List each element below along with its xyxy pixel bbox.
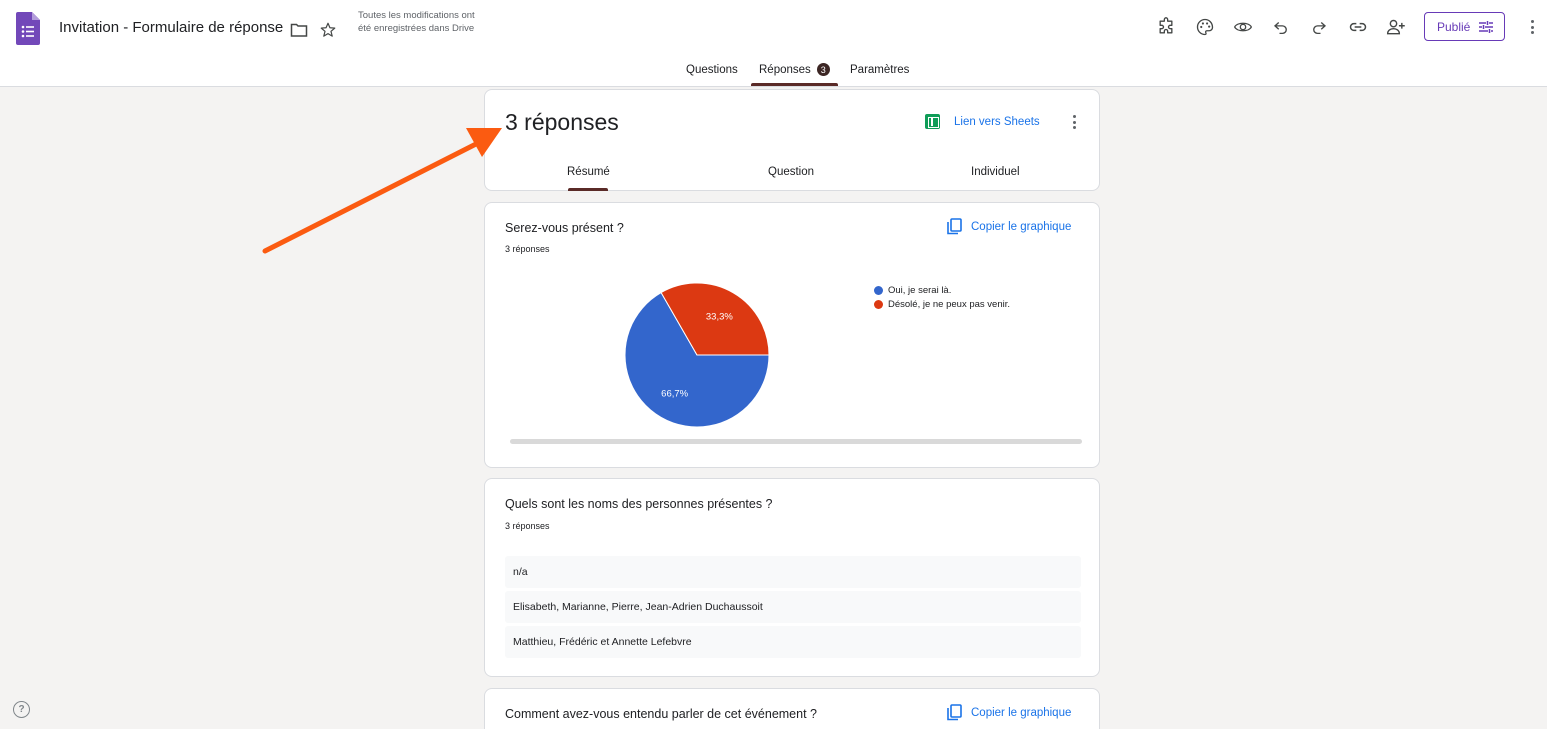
legend-item-no[interactable]: Désolé, je ne peux pas venir. [874, 297, 1010, 311]
palette-icon[interactable] [1194, 16, 1216, 38]
list-item: Elisabeth, Marianne, Pierre, Jean-Adrien… [505, 591, 1081, 623]
copy-icon [947, 218, 962, 235]
chart-scrollbar[interactable] [510, 439, 1082, 444]
main-tabs: Questions Réponses 3 Paramètres [0, 58, 1547, 86]
subtab-active-indicator [568, 188, 608, 191]
question-card-source: Comment avez-vous entendu parler de cet … [484, 688, 1100, 729]
redo-icon[interactable] [1308, 16, 1330, 38]
addons-icon[interactable] [1155, 16, 1177, 38]
copy-chart-button[interactable]: Copier le graphique [947, 704, 1071, 721]
preview-eye-icon[interactable] [1232, 16, 1254, 38]
link-icon[interactable] [1347, 16, 1369, 38]
copy-chart-button[interactable]: Copier le graphique [947, 218, 1071, 235]
list-item: n/a [505, 556, 1081, 588]
publish-label: Publié [1437, 19, 1471, 34]
pie-chart: 66,7% 33,3% [624, 282, 770, 428]
subtab-question[interactable]: Question [768, 166, 814, 178]
tab-responses[interactable]: Réponses 3 [751, 58, 838, 86]
question-response-count: 3 réponses [505, 521, 550, 531]
responses-summary-card: 3 réponses Lien vers Sheets Résumé Quest… [484, 89, 1100, 191]
copy-icon [947, 704, 962, 721]
responses-count-title: 3 réponses [505, 109, 619, 135]
undo-icon[interactable] [1270, 16, 1292, 38]
question-title: Quels sont les noms des personnes présen… [505, 497, 773, 511]
forms-logo-icon[interactable] [16, 12, 40, 45]
star-icon[interactable] [318, 20, 338, 40]
pie-slice-label-1: 33,3% [706, 311, 733, 322]
top-bar: Invitation - Formulaire de réponse Toute… [0, 0, 1547, 87]
pie-slice-label-0: 66,7% [661, 389, 688, 400]
list-item: Matthieu, Frédéric et Annette Lefebvre [505, 626, 1081, 658]
publish-settings-icon [1479, 21, 1493, 33]
publish-button[interactable]: Publié [1424, 12, 1505, 41]
tab-questions[interactable]: Questions [686, 58, 738, 86]
help-icon[interactable]: ? [13, 701, 30, 718]
question-title: Serez-vous présent ? [505, 221, 624, 235]
question-card-names: Quels sont les noms des personnes présen… [484, 478, 1100, 677]
sheets-icon [925, 114, 940, 129]
add-collaborator-icon[interactable] [1385, 16, 1407, 38]
question-response-count: 3 réponses [505, 244, 550, 254]
chart-legend: Oui, je serai là. Désolé, je ne peux pas… [874, 283, 1010, 311]
folder-icon[interactable] [289, 20, 309, 40]
more-options-icon[interactable] [1524, 18, 1540, 36]
responses-more-icon[interactable] [1066, 113, 1082, 131]
question-card-attendance: Serez-vous présent ? 3 réponses Copier l… [484, 202, 1100, 468]
subtab-individual[interactable]: Individuel [971, 166, 1020, 178]
responses-count-badge: 3 [816, 63, 830, 76]
subtab-summary[interactable]: Résumé [567, 166, 610, 178]
legend-item-yes[interactable]: Oui, je serai là. [874, 283, 1010, 297]
link-to-sheets-button[interactable]: Lien vers Sheets [925, 114, 1040, 129]
save-status: Toutes les modifications ont été enregis… [358, 10, 475, 34]
tab-settings[interactable]: Paramètres [850, 58, 909, 86]
question-title: Comment avez-vous entendu parler de cet … [505, 707, 817, 721]
document-title[interactable]: Invitation - Formulaire de réponse [59, 19, 283, 36]
